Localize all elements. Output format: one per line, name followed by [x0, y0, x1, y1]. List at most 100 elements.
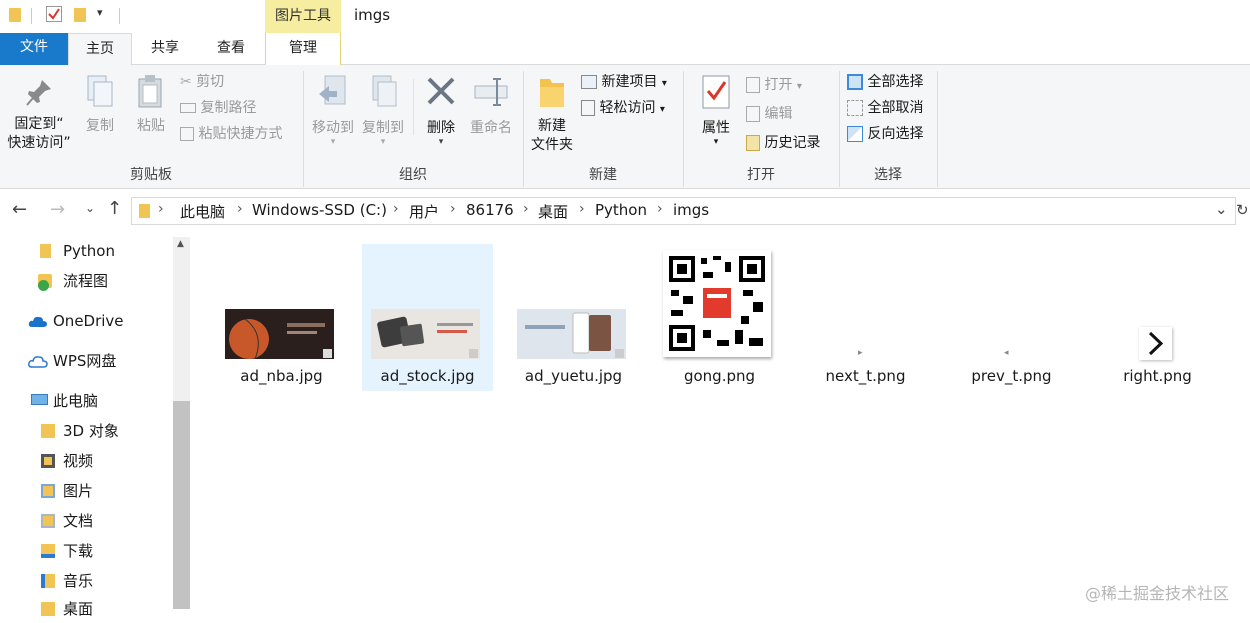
- customize-qa-dropdown-icon[interactable]: ▾: [97, 6, 103, 19]
- breadcrumb-this-pc[interactable]: 此电脑: [180, 201, 225, 222]
- pictures-folder-icon: [41, 484, 55, 498]
- breadcrumb-separator-icon: ›: [158, 201, 164, 217]
- file-name: next_t.png: [825, 367, 906, 385]
- file-item[interactable]: ad_yuetu.jpg: [508, 244, 639, 391]
- new-item-button[interactable]: 新建项目 ▾: [581, 72, 667, 94]
- breadcrumb-python[interactable]: Python: [595, 201, 647, 219]
- nav-item-label: 此电脑: [53, 392, 99, 410]
- tab-home[interactable]: 主页: [68, 33, 132, 66]
- pin-icon: [26, 80, 51, 106]
- 3d-objects-folder-icon: [41, 424, 55, 438]
- qa-separator-2: [119, 8, 120, 24]
- history-icon: [746, 135, 760, 151]
- easy-access-label: 轻松访问: [599, 100, 656, 116]
- chevron-down-icon: ▾: [796, 81, 802, 92]
- rename-label: 重命名: [470, 120, 512, 136]
- nav-item-label: 3D 对象: [63, 422, 119, 440]
- copy-path-button[interactable]: 复制路径: [180, 98, 256, 118]
- invert-selection-label: 反向选择: [867, 126, 924, 142]
- properties-label: 属性: [702, 120, 730, 136]
- file-item[interactable]: gong.png: [654, 244, 785, 391]
- folder-icon: [9, 8, 21, 22]
- select-all-button[interactable]: 全部选择: [847, 72, 923, 92]
- file-item-selected[interactable]: ad_stock.jpg: [362, 244, 493, 391]
- chevron-down-icon: ▾: [380, 137, 386, 147]
- prev-arrow-thumbnail-icon: ◂: [1004, 348, 1009, 358]
- up-arrow-icon[interactable]: ↑: [107, 198, 122, 219]
- folder-icon: [40, 244, 51, 258]
- cut-label: 剪切: [196, 74, 225, 90]
- desktop-folder-icon: [41, 602, 55, 616]
- cloud-outline-icon: [28, 356, 48, 368]
- nav-scrollbar[interactable]: ▲: [173, 237, 190, 609]
- edit-label: 编辑: [764, 106, 793, 122]
- copy-to-icon: [372, 75, 397, 107]
- breadcrumb-users[interactable]: 用户: [409, 201, 439, 222]
- ribbon: 固定到“ 快速访问” 复制 粘贴 ✂ 剪切 复制路径 粘贴快捷方式 剪贴板 移动…: [0, 65, 1250, 189]
- new-folder-button[interactable]: 新建 文件夹: [527, 75, 577, 155]
- paste-shortcut-button[interactable]: 粘贴快捷方式: [180, 124, 282, 144]
- clipboard-group-label: 剪贴板: [130, 167, 172, 183]
- select-none-button[interactable]: 全部取消: [847, 98, 923, 118]
- file-item[interactable]: right.png: [1092, 244, 1223, 391]
- address-dropdown-chevron-icon[interactable]: ⌄: [1215, 200, 1228, 218]
- properties-check-icon[interactable]: [46, 6, 62, 22]
- rename-icon: [474, 78, 508, 106]
- properties-button[interactable]: 属性 ▾: [694, 73, 738, 147]
- organize-group-label: 组织: [399, 167, 427, 183]
- chevron-down-icon: ▾: [661, 78, 667, 89]
- select-group-label: 选择: [874, 167, 902, 183]
- ad-nba-thumbnail: [225, 309, 334, 359]
- edit-icon: [746, 106, 760, 122]
- paste-button[interactable]: 粘贴: [131, 73, 171, 136]
- breadcrumb-user-86176[interactable]: 86176: [466, 201, 514, 219]
- nav-item-label: 视频: [63, 452, 94, 470]
- next-arrow-thumbnail-icon: ▸: [858, 348, 863, 358]
- breadcrumb-desktop[interactable]: 桌面: [538, 201, 568, 222]
- back-arrow-icon[interactable]: ←: [12, 199, 27, 220]
- delete-button[interactable]: 删除 ▾: [420, 73, 462, 147]
- file-item[interactable]: ◂ prev_t.png: [946, 244, 1077, 391]
- invert-selection-button[interactable]: 反向选择: [847, 124, 923, 144]
- nav-item-label: 图片: [63, 482, 94, 500]
- chevron-down-icon: ▾: [659, 104, 665, 115]
- downloads-folder-icon: [41, 544, 55, 558]
- copy-button[interactable]: 复制: [81, 73, 119, 136]
- recent-locations-chevron-icon[interactable]: ⌄: [85, 201, 95, 215]
- watermark-text: @稀土掘金技术社区: [1085, 584, 1230, 603]
- open-button[interactable]: 打开 ▾: [746, 75, 802, 97]
- cut-button[interactable]: ✂ 剪切: [180, 72, 224, 92]
- group-separator: [937, 71, 938, 187]
- tab-file[interactable]: 文件: [0, 33, 68, 65]
- breadcrumb-separator-icon: ›: [657, 201, 663, 217]
- copy-to-button[interactable]: 复制到 ▾: [358, 73, 408, 147]
- qa-separator: [31, 8, 32, 24]
- tab-manage[interactable]: 管理: [265, 33, 341, 65]
- scroll-up-arrow-icon[interactable]: ▲: [177, 239, 184, 249]
- address-box[interactable]: › 此电脑 › Windows-SSD (C:) › 用户 › 86176 › …: [131, 197, 1236, 225]
- chevron-down-icon: ▾: [330, 137, 336, 147]
- file-item[interactable]: ▸ next_t.png: [800, 244, 931, 391]
- copy-icon: [87, 75, 113, 107]
- new-folder-qa-icon[interactable]: [74, 8, 86, 22]
- refresh-icon[interactable]: ↻: [1236, 201, 1249, 219]
- rename-button[interactable]: 重命名: [466, 73, 516, 138]
- tab-share[interactable]: 共享: [132, 33, 198, 65]
- select-all-icon: [847, 74, 863, 90]
- select-all-label: 全部选择: [867, 74, 924, 90]
- breadcrumb-drive-c[interactable]: Windows-SSD (C:): [252, 201, 387, 219]
- edit-button[interactable]: 编辑: [746, 104, 792, 124]
- breadcrumb-separator-icon: ›: [579, 201, 585, 217]
- move-to-label: 移动到: [312, 120, 354, 136]
- scrollbar-thumb[interactable]: [173, 401, 190, 609]
- easy-access-button[interactable]: 轻松访问 ▾: [581, 98, 665, 120]
- breadcrumb-separator-icon: ›: [237, 201, 243, 217]
- scissors-icon: ✂: [180, 74, 192, 90]
- file-item[interactable]: ad_nba.jpg: [216, 244, 347, 391]
- forward-arrow-icon[interactable]: →: [50, 199, 65, 220]
- history-button[interactable]: 历史记录: [746, 133, 820, 153]
- move-to-button[interactable]: 移动到 ▾: [308, 73, 358, 147]
- tab-view[interactable]: 查看: [198, 33, 264, 65]
- breadcrumb-imgs[interactable]: imgs: [673, 201, 709, 219]
- pin-quick-access-button[interactable]: 固定到“ 快速访问”: [3, 77, 75, 153]
